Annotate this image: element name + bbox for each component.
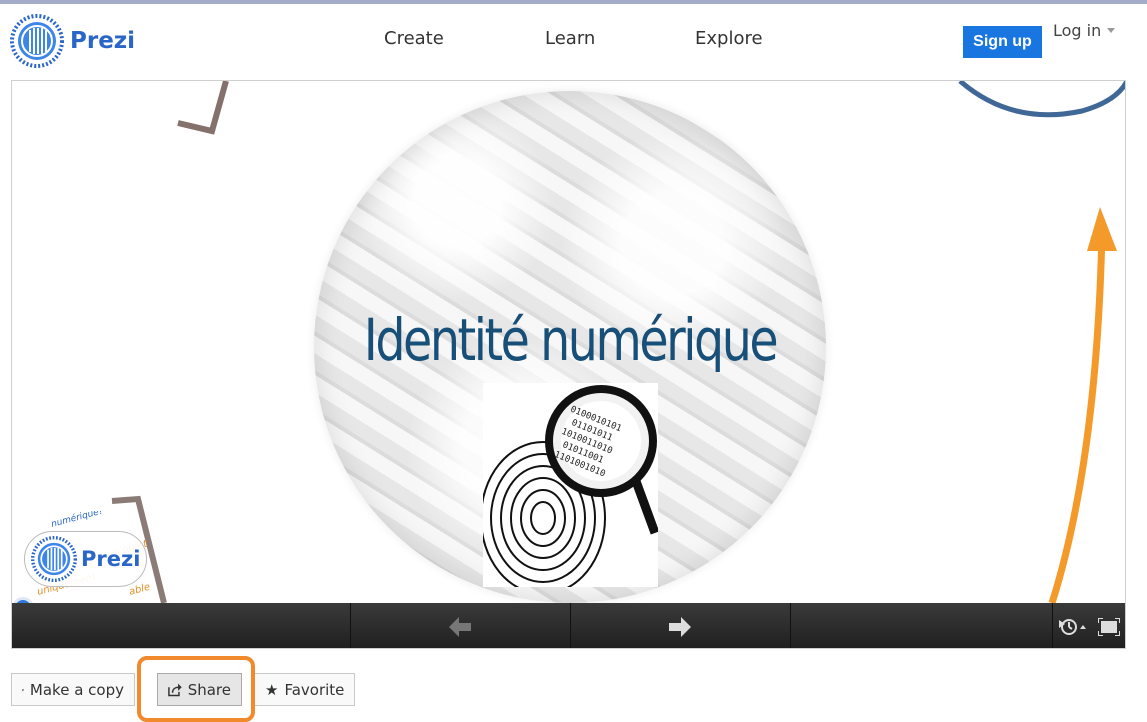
playback-controls: [12, 603, 1125, 648]
log-in-menu[interactable]: Log in: [1053, 21, 1116, 40]
favorite-label: Favorite: [284, 680, 345, 699]
share-highlight-box: [137, 656, 255, 722]
nav-learn[interactable]: Learn: [545, 28, 595, 49]
prezi-logo-icon: [31, 536, 77, 582]
make-copy-button[interactable]: Make a copy: [11, 673, 135, 706]
control-divider: [1052, 603, 1053, 648]
favorite-button[interactable]: ★ Favorite: [254, 673, 355, 706]
fragment-1: numérique?: [50, 511, 105, 530]
control-divider: [790, 603, 791, 648]
copy-icon: [22, 688, 24, 691]
nav-explore[interactable]: Explore: [695, 28, 763, 49]
presentation-viewer[interactable]: Identité numérique 0100010101 01101011 1…: [11, 80, 1126, 649]
star-icon: ★: [265, 680, 279, 699]
next-step-button[interactable]: [668, 615, 692, 639]
control-divider: [570, 603, 571, 648]
fragment-4: able: [128, 582, 152, 598]
fingerprint-magnifier-icon: 0100010101 01101011 1010011010 01011001 …: [483, 383, 658, 587]
site-header: Prezi Create Learn Explore Sign up Log i…: [0, 4, 1147, 80]
nav-create[interactable]: Create: [384, 28, 444, 49]
top-left-bracket: [177, 81, 229, 135]
slide-title: Identité numérique: [363, 306, 779, 374]
top-right-circle-arc: [958, 81, 1125, 118]
autoplay-icon: [1059, 619, 1086, 635]
fullscreen-button[interactable]: [1097, 615, 1121, 639]
chevron-down-icon: [1107, 28, 1116, 33]
sign-up-button[interactable]: Sign up: [963, 26, 1042, 58]
log-in-label: Log in: [1053, 21, 1102, 40]
prezi-logo[interactable]: Prezi: [10, 13, 135, 69]
make-copy-label: Make a copy: [29, 680, 124, 699]
prezi-logo-icon: [10, 14, 64, 68]
logo-text: Prezi: [70, 28, 136, 54]
orange-arrow: [1048, 230, 1106, 603]
embedded-prezi-logo[interactable]: Prezi: [24, 531, 147, 587]
presentation-canvas[interactable]: Identité numérique 0100010101 01101011 1…: [12, 81, 1125, 603]
autoplay-button[interactable]: [1056, 615, 1088, 639]
mini-logo-text: Prezi: [81, 547, 141, 571]
prezi-viewer-page: Prezi Create Learn Explore Sign up Log i…: [0, 0, 1147, 722]
control-divider: [350, 603, 351, 648]
previous-step-button[interactable]: [448, 615, 472, 639]
fullscreen-icon: [1098, 618, 1120, 636]
arrow-right-icon: [669, 617, 691, 637]
arrow-left-icon: [449, 617, 471, 637]
orange-arrow-head: [1087, 207, 1117, 251]
